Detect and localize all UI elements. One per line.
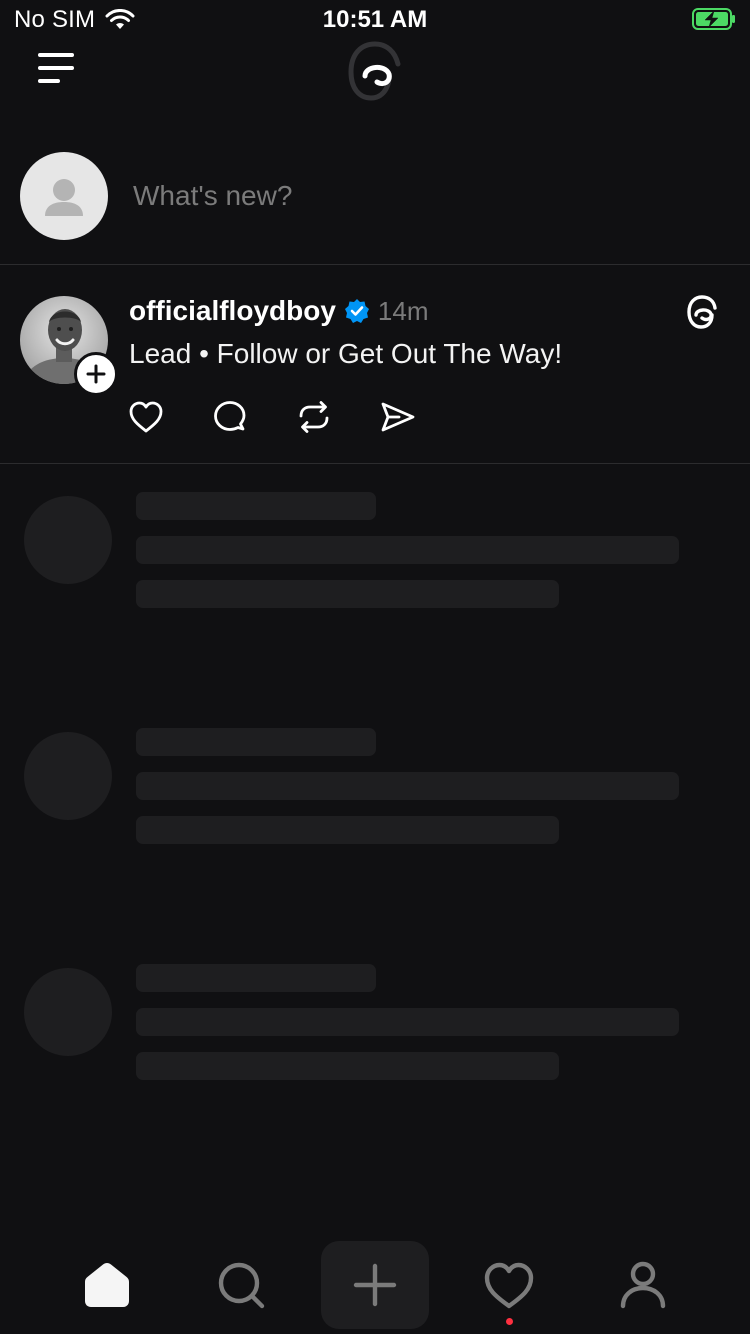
skeleton-line bbox=[136, 816, 559, 844]
hamburger-menu-icon[interactable] bbox=[38, 53, 74, 83]
plus-icon bbox=[353, 1263, 397, 1307]
plus-icon bbox=[86, 364, 106, 384]
search-icon[interactable] bbox=[211, 1255, 271, 1315]
comment-icon[interactable] bbox=[211, 398, 249, 436]
post-username[interactable]: officialfloydboy bbox=[129, 295, 336, 327]
skeleton-avatar bbox=[24, 968, 112, 1056]
home-icon[interactable] bbox=[77, 1255, 137, 1315]
follow-plus-button[interactable] bbox=[74, 352, 118, 396]
divider bbox=[0, 264, 750, 265]
skeleton-line bbox=[136, 772, 679, 800]
skeleton-line bbox=[136, 580, 559, 608]
new-post-button[interactable] bbox=[321, 1241, 429, 1329]
threads-post-icon[interactable] bbox=[684, 293, 720, 331]
default-user-icon bbox=[45, 179, 83, 216]
post-text: Lead • Follow or Get Out The Way! bbox=[129, 338, 563, 369]
divider bbox=[0, 463, 750, 464]
profile-icon[interactable] bbox=[613, 1255, 673, 1315]
threads-logo-icon[interactable] bbox=[343, 38, 407, 104]
post-timestamp: 14m bbox=[377, 295, 429, 326]
like-heart-icon[interactable] bbox=[127, 398, 165, 436]
status-time: 10:51 AM bbox=[322, 6, 428, 33]
activity-heart-icon[interactable] bbox=[479, 1255, 539, 1315]
skeleton-line bbox=[136, 536, 679, 564]
repost-icon[interactable] bbox=[295, 398, 333, 436]
skeleton-line bbox=[136, 1008, 679, 1036]
skeleton-line bbox=[136, 492, 376, 520]
skeleton-avatar bbox=[24, 496, 112, 584]
compose-avatar[interactable] bbox=[20, 152, 108, 240]
verified-badge-icon bbox=[344, 299, 369, 323]
skeleton-line bbox=[136, 964, 376, 992]
share-send-icon[interactable] bbox=[379, 398, 417, 436]
notification-dot bbox=[506, 1318, 513, 1325]
skeleton-line bbox=[136, 728, 376, 756]
post-header: officialfloydboy 14m bbox=[129, 293, 428, 329]
compose-input[interactable]: What's new? bbox=[133, 180, 292, 212]
status-bar: No SIM 10:51 AM bbox=[0, 0, 750, 40]
skeleton-line bbox=[136, 1052, 559, 1080]
battery-charging-icon bbox=[692, 8, 735, 30]
skeleton-avatar bbox=[24, 732, 112, 820]
